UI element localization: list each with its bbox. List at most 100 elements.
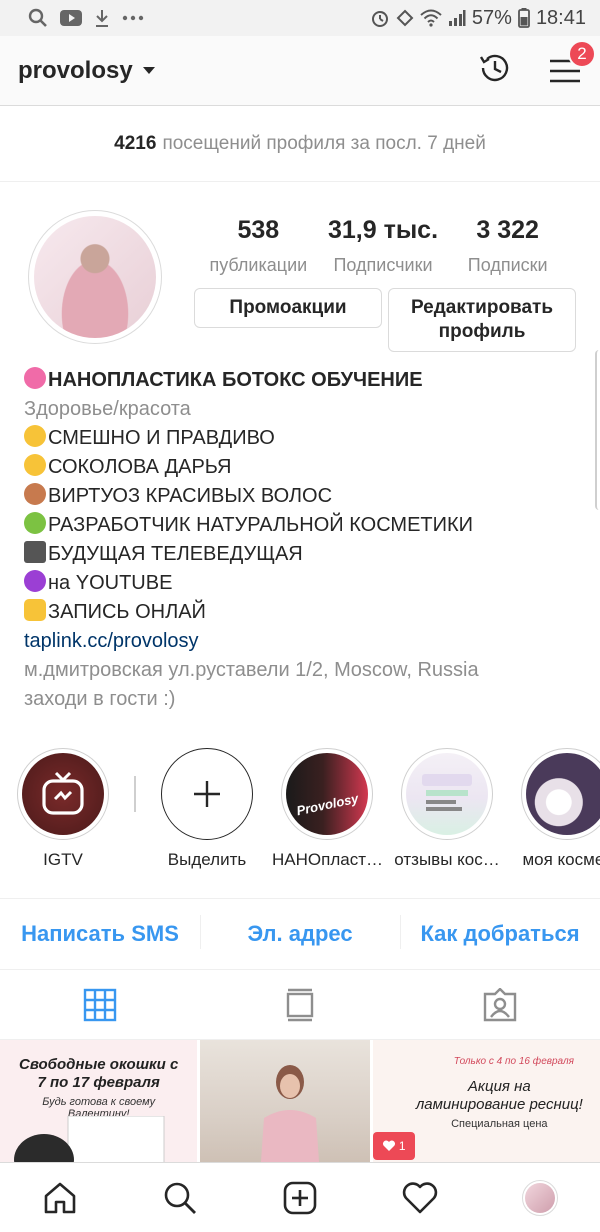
contact-options: Написать SMS Эл. адрес Как добраться xyxy=(0,898,600,970)
stat-following-label: Подписки xyxy=(467,255,548,275)
stat-followers-value: 31,9 тыс. xyxy=(327,216,439,244)
profile-stats: 538 публикации 31,9 тыс. Подписчики 3 32… xyxy=(196,216,570,276)
clock: 18:41 xyxy=(535,6,586,29)
stat-followers[interactable]: 31,9 тыс. Подписчики xyxy=(321,216,446,276)
highlight-label: IGTV xyxy=(43,850,83,869)
visits-count: 4216 xyxy=(114,132,157,154)
laughing-face-icon xyxy=(24,425,46,447)
feed-list-icon xyxy=(286,988,314,1021)
nav-profile[interactable] xyxy=(480,1179,600,1216)
movie-camera-icon xyxy=(24,541,46,563)
post-subtitle: Специальная цена xyxy=(451,1118,548,1130)
account-switch-caret-icon[interactable] xyxy=(142,67,155,74)
battery-icon xyxy=(518,8,530,28)
bio-line-text: СМЕШНО И ПРАВДИВО xyxy=(48,427,275,449)
stat-following[interactable]: 3 322 Подписки xyxy=(445,216,570,276)
person-photo xyxy=(260,1065,320,1168)
bio-line: на YOUTUBE xyxy=(24,569,576,598)
stat-followers-label: Подписчики xyxy=(333,255,433,275)
hugging-face-icon xyxy=(24,454,46,476)
youtube-icon xyxy=(60,10,82,26)
profile-view-tabs xyxy=(0,970,600,1040)
email-button[interactable]: Эл. адрес xyxy=(200,915,400,949)
bio-website-link[interactable]: taplink.cc/provolosy xyxy=(24,627,576,656)
alarm-icon xyxy=(370,8,390,28)
profile-avatar[interactable] xyxy=(28,210,162,344)
green-apple-icon xyxy=(24,512,46,534)
download-icon xyxy=(94,9,110,27)
woman-gesture-icon xyxy=(24,483,46,505)
highlight-cover-image xyxy=(422,774,472,811)
tab-grid[interactable] xyxy=(0,988,200,1022)
tab-tagged[interactable] xyxy=(400,987,600,1022)
more-icon xyxy=(122,15,144,21)
send-sms-button[interactable]: Написать SMS xyxy=(0,921,200,947)
highlight-nanoplastic[interactable]: Provolosy НАНОпласт… xyxy=(272,748,382,870)
nav-new-post[interactable] xyxy=(240,1181,360,1215)
bottom-navigation xyxy=(0,1162,600,1232)
post-thumbnail[interactable] xyxy=(200,1040,370,1168)
heart-icon xyxy=(382,1140,395,1151)
signal-icon xyxy=(448,9,466,27)
search-icon xyxy=(28,8,48,28)
post-thumbnail[interactable]: Только с 4 по 16 февраля Акция на ламини… xyxy=(372,1040,600,1168)
highlight-label: Выделить xyxy=(167,850,247,869)
bio-category: Здоровье/красота xyxy=(24,398,191,420)
archive-history-icon[interactable] xyxy=(476,49,514,92)
highlight-cover-text: Provolosy xyxy=(294,790,360,818)
profile-visits-banner[interactable]: 4216 посещений профиля за посл. 7 дней xyxy=(0,106,600,182)
bio-tagline: заходи в гости :) xyxy=(24,688,176,710)
data-icon xyxy=(396,9,414,27)
post-title: Акция на ламинирование ресниц! xyxy=(415,1078,583,1113)
tab-feed[interactable] xyxy=(200,988,400,1022)
post-grid: Свободные окошки с 7 по 17 февраля Будь … xyxy=(0,1040,600,1168)
nav-search[interactable] xyxy=(120,1181,240,1215)
highlight-igtv[interactable]: IGTV xyxy=(8,748,118,870)
like-count: 1 xyxy=(398,1139,406,1153)
post-title: Свободные окошки с 7 по 17 февраля xyxy=(19,1056,179,1091)
stat-following-value: 3 322 xyxy=(476,216,539,244)
grid-icon xyxy=(83,988,117,1021)
notification-badge: 2 xyxy=(568,39,596,68)
profile-header: provolosy 2 xyxy=(0,36,600,106)
bio-line: БУДУЩАЯ ТЕЛЕВЕДУЩАЯ xyxy=(24,540,576,569)
bio-line: СМЕШНО И ПРАВДИВО xyxy=(24,424,576,453)
highlight-reviews[interactable]: отзывы кос… xyxy=(392,748,502,870)
stat-posts[interactable]: 538 публикации xyxy=(196,216,321,276)
bio-line-text: на YOUTUBE xyxy=(48,572,173,594)
nav-home[interactable] xyxy=(0,1181,120,1215)
stat-posts-value: 538 xyxy=(237,216,280,244)
tagged-user-icon xyxy=(483,987,517,1021)
get-directions-button[interactable]: Как добраться xyxy=(400,915,600,949)
bio-line: ЗАПИСЬ ОНЛАЙ xyxy=(24,598,576,627)
story-highlights: IGTV Выделить Provolosy НАНОпласт… отзыв… xyxy=(0,748,600,898)
post-note: Только с 4 по 16 февраля xyxy=(453,1056,574,1067)
scrollbar[interactable] xyxy=(595,350,600,510)
bio-address[interactable]: м.дмитровская ул.руставели 1/2, Moscow, … xyxy=(24,656,576,685)
bio-line-text: ЗАПИСЬ ОНЛАЙ xyxy=(48,601,206,623)
plus-icon xyxy=(194,781,220,807)
bio-name-line: НАНОПЛАСТИКА БОТОКС ОБУЧЕНИЕ xyxy=(24,366,576,395)
post-thumbnail[interactable]: Свободные окошки с 7 по 17 февраля Будь … xyxy=(0,1040,198,1168)
promotions-button[interactable]: Промоакции xyxy=(194,288,382,328)
bio-line: РАЗРАБОТЧИК НАТУРАЛЬНОЙ КОСМЕТИКИ xyxy=(24,511,576,540)
visits-text: посещений профиля за посл. 7 дней xyxy=(162,132,486,154)
bio-line-text: СОКОЛОВА ДАРЬЯ xyxy=(48,456,232,478)
wifi-icon xyxy=(420,9,442,27)
profile-summary: 538 публикации 31,9 тыс. Подписчики 3 32… xyxy=(0,182,600,362)
heart-icon xyxy=(402,1181,438,1213)
bio-line: СОКОЛОВА ДАРЬЯ xyxy=(24,453,576,482)
bio-line: ВИРТУОЗ КРАСИВЫХ ВОЛОС xyxy=(24,482,576,511)
search-icon xyxy=(164,1182,196,1214)
account-username[interactable]: provolosy xyxy=(18,57,133,85)
stat-posts-label: публикации xyxy=(209,255,308,275)
purple-heart-icon xyxy=(24,570,46,592)
nav-activity[interactable] xyxy=(360,1181,480,1214)
highlight-add-new[interactable]: Выделить xyxy=(152,748,262,870)
bio-line-text: ВИРТУОЗ КРАСИВЫХ ВОЛОС xyxy=(48,485,333,507)
highlight-cosmetics[interactable]: моя космет xyxy=(512,748,600,870)
menu-button[interactable]: 2 xyxy=(548,39,596,88)
profile-avatar-icon xyxy=(522,1179,558,1216)
highlight-label: моя космет xyxy=(522,850,600,869)
edit-profile-button[interactable]: Редактировать профиль xyxy=(388,288,576,352)
